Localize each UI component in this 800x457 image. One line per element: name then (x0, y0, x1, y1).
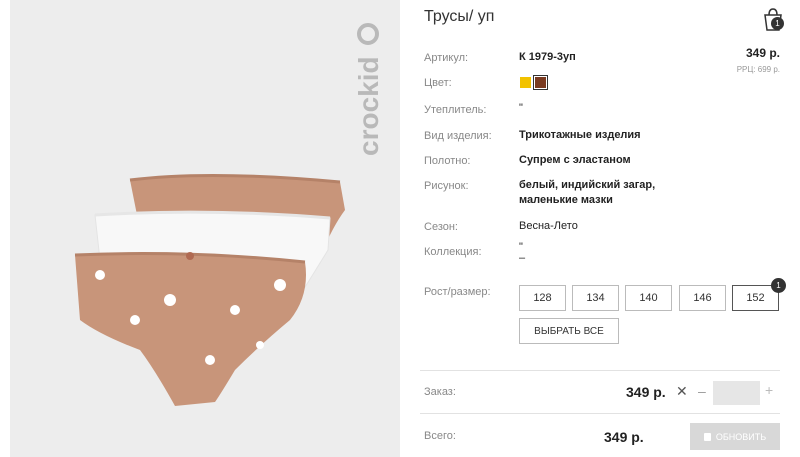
total-price: 349 р. (604, 429, 644, 445)
update-button-label: ОБНОВИТЬ (715, 431, 767, 442)
product-price: 349 р. (745, 46, 780, 60)
size-label: Рост/размер: (424, 286, 491, 298)
detail-label-item-type: Вид изделия: (424, 130, 492, 142)
order-label: Заказ: (424, 386, 456, 398)
detail-value-article: К 1979-3уп (519, 51, 576, 63)
detail-label-fabric: Полотно: (424, 155, 471, 167)
color-swatch-yellow[interactable] (520, 77, 531, 88)
size-button-140[interactable]: 140 (625, 285, 672, 311)
order-price: 349 р. (626, 384, 666, 400)
brand-logo: crockid (348, 20, 394, 160)
quantity-decrease-button[interactable]: – (698, 383, 706, 399)
total-label: Всего: (424, 430, 456, 442)
panties-illustration (74, 173, 345, 406)
detail-value-item-type: Трикотажные изделия (519, 129, 641, 141)
bag-icon (703, 432, 711, 441)
detail-label-article: Артикул: (424, 52, 469, 64)
detail-label-pattern: Рисунок: (424, 180, 469, 192)
product-image[interactable]: crockid (10, 0, 400, 457)
detail-label-insulation: Утеплитель: (424, 104, 487, 116)
size-button-134[interactable]: 134 (572, 285, 619, 311)
detail-label-collection: Коллекция: (424, 246, 482, 258)
detail-value-season: Весна-Лето (519, 220, 578, 232)
detail-label-season: Сезон: (424, 221, 458, 233)
size-count-badge: 1 (771, 278, 786, 293)
rrp-price: РРЦ: 699 р. (736, 65, 780, 74)
divider (420, 413, 780, 414)
svg-text:crockid: crockid (353, 56, 384, 156)
detail-value-pattern: белый, индийский загар, маленькие мазки (519, 179, 656, 206)
product-title: Трусы/ уп (424, 8, 495, 25)
quantity-input[interactable] (713, 381, 760, 405)
color-swatch-brown[interactable] (533, 75, 548, 90)
size-button-146[interactable]: 146 (679, 285, 726, 311)
detail-label-color: Цвет: (424, 77, 452, 89)
detail-value-fabric: Супрем с эластаном (519, 154, 631, 166)
quantity-increase-button[interactable]: + (765, 382, 773, 398)
divider (420, 370, 780, 371)
size-button-128[interactable]: 128 (519, 285, 566, 311)
select-all-button[interactable]: ВЫБРАТЬ ВСЕ (519, 318, 619, 344)
detail-value-collection: " – (519, 241, 526, 264)
remove-order-icon[interactable]: ✕ (676, 383, 688, 400)
detail-value-insulation: " (519, 102, 523, 114)
update-button[interactable]: ОБНОВИТЬ (690, 423, 780, 450)
cart-count-badge: 1 (771, 17, 784, 30)
